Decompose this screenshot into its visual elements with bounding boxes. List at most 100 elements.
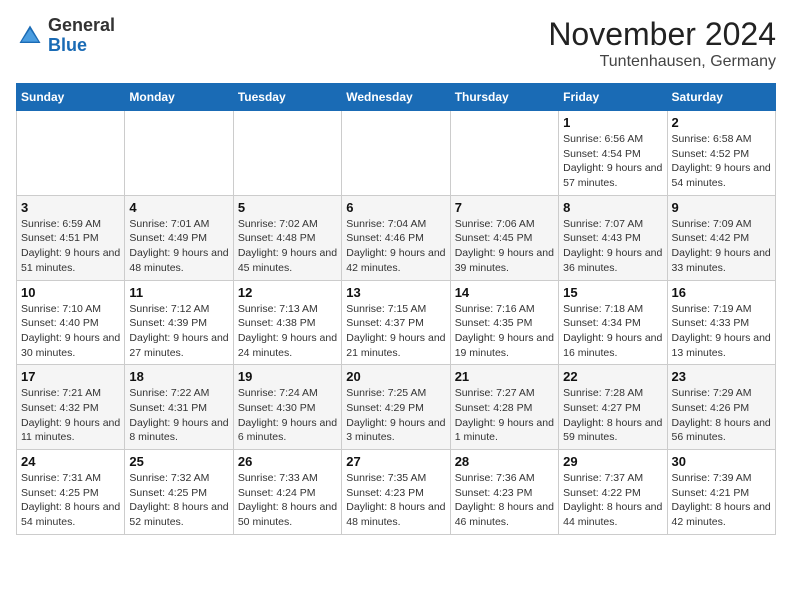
table-row: 12 Sunrise: 7:13 AM Sunset: 4:38 PM Dayli… <box>233 280 341 365</box>
col-wednesday: Wednesday <box>342 84 450 111</box>
calendar-week-row: 24 Sunrise: 7:31 AM Sunset: 4:25 PM Dayli… <box>17 450 776 535</box>
col-thursday: Thursday <box>450 84 558 111</box>
day-number: 19 <box>238 369 337 384</box>
day-number: 9 <box>672 200 771 215</box>
logo-icon <box>16 22 44 50</box>
table-row: 28 Sunrise: 7:36 AM Sunset: 4:23 PM Dayli… <box>450 450 558 535</box>
day-info: Sunrise: 7:21 AM Sunset: 4:32 PM Dayligh… <box>21 386 120 445</box>
day-number: 26 <box>238 454 337 469</box>
day-number: 28 <box>455 454 554 469</box>
day-info: Sunrise: 7:04 AM Sunset: 4:46 PM Dayligh… <box>346 217 445 276</box>
location-title: Tuntenhausen, Germany <box>548 53 776 71</box>
table-row: 15Sunrise: 7:18 AM Sunset: 4:34 PM Dayli… <box>559 280 667 365</box>
day-number: 23 <box>672 369 771 384</box>
table-row: 11Sunrise: 7:12 AM Sunset: 4:39 PM Dayli… <box>125 280 233 365</box>
day-info: Sunrise: 7:33 AM Sunset: 4:24 PM Dayligh… <box>238 471 337 530</box>
table-row: 27Sunrise: 7:35 AM Sunset: 4:23 PM Dayli… <box>342 450 450 535</box>
day-info: Sunrise: 7:28 AM Sunset: 4:27 PM Dayligh… <box>563 386 662 445</box>
table-row: 7Sunrise: 7:06 AM Sunset: 4:45 PM Daylig… <box>450 195 558 280</box>
col-sunday: Sunday <box>17 84 125 111</box>
table-row: 18 Sunrise: 7:22 AM Sunset: 4:31 PM Dayli… <box>125 365 233 450</box>
table-row: 17 Sunrise: 7:21 AM Sunset: 4:32 PM Dayli… <box>17 365 125 450</box>
day-number: 27 <box>346 454 445 469</box>
day-info: Sunrise: 7:37 AM Sunset: 4:22 PM Dayligh… <box>563 471 662 530</box>
day-info: Sunrise: 7:16 AM Sunset: 4:35 PM Dayligh… <box>455 302 554 361</box>
day-info: Sunrise: 6:58 AM Sunset: 4:52 PM Dayligh… <box>672 132 771 191</box>
day-number: 3 <box>21 200 120 215</box>
day-number: 25 <box>129 454 228 469</box>
day-info: Sunrise: 7:31 AM Sunset: 4:25 PM Dayligh… <box>21 471 120 530</box>
table-row: 22 Sunrise: 7:28 AM Sunset: 4:27 PM Dayli… <box>559 365 667 450</box>
table-row <box>233 111 341 196</box>
day-info: Sunrise: 7:29 AM Sunset: 4:26 PM Dayligh… <box>672 386 771 445</box>
day-info: Sunrise: 7:10 AM Sunset: 4:40 PM Dayligh… <box>21 302 120 361</box>
day-info: Sunrise: 7:22 AM Sunset: 4:31 PM Dayligh… <box>129 386 228 445</box>
page-header: General Blue November 2024 Tuntenhausen,… <box>16 16 776 71</box>
day-number: 15 <box>563 285 662 300</box>
table-row: 3 Sunrise: 6:59 AM Sunset: 4:51 PM Daylig… <box>17 195 125 280</box>
day-info: Sunrise: 7:24 AM Sunset: 4:30 PM Dayligh… <box>238 386 337 445</box>
table-row <box>125 111 233 196</box>
day-number: 7 <box>455 200 554 215</box>
table-row: 21 Sunrise: 7:27 AM Sunset: 4:28 PM Dayli… <box>450 365 558 450</box>
calendar-table: Sunday Monday Tuesday Wednesday Thursday… <box>16 83 776 535</box>
table-row: 23 Sunrise: 7:29 AM Sunset: 4:26 PM Dayli… <box>667 365 775 450</box>
logo: General Blue <box>16 16 115 56</box>
day-number: 5 <box>238 200 337 215</box>
table-row: 30Sunrise: 7:39 AM Sunset: 4:21 PM Dayli… <box>667 450 775 535</box>
table-row: 25 Sunrise: 7:32 AM Sunset: 4:25 PM Dayli… <box>125 450 233 535</box>
table-row <box>342 111 450 196</box>
month-title: November 2024 <box>548 16 776 53</box>
table-row <box>17 111 125 196</box>
day-number: 22 <box>563 369 662 384</box>
col-monday: Monday <box>125 84 233 111</box>
calendar-week-row: 1Sunrise: 6:56 AM Sunset: 4:54 PM Daylig… <box>17 111 776 196</box>
table-row: 6 Sunrise: 7:04 AM Sunset: 4:46 PM Daylig… <box>342 195 450 280</box>
table-row: 5Sunrise: 7:02 AM Sunset: 4:48 PM Daylig… <box>233 195 341 280</box>
col-tuesday: Tuesday <box>233 84 341 111</box>
day-number: 18 <box>129 369 228 384</box>
table-row: 8 Sunrise: 7:07 AM Sunset: 4:43 PM Daylig… <box>559 195 667 280</box>
title-section: November 2024 Tuntenhausen, Germany <box>548 16 776 71</box>
day-number: 12 <box>238 285 337 300</box>
day-info: Sunrise: 7:25 AM Sunset: 4:29 PM Dayligh… <box>346 386 445 445</box>
table-row: 24 Sunrise: 7:31 AM Sunset: 4:25 PM Dayli… <box>17 450 125 535</box>
day-info: Sunrise: 7:19 AM Sunset: 4:33 PM Dayligh… <box>672 302 771 361</box>
day-info: Sunrise: 7:27 AM Sunset: 4:28 PM Dayligh… <box>455 386 554 445</box>
table-row: 16Sunrise: 7:19 AM Sunset: 4:33 PM Dayli… <box>667 280 775 365</box>
day-info: Sunrise: 7:01 AM Sunset: 4:49 PM Dayligh… <box>129 217 228 276</box>
col-friday: Friday <box>559 84 667 111</box>
day-number: 29 <box>563 454 662 469</box>
day-info: Sunrise: 6:59 AM Sunset: 4:51 PM Dayligh… <box>21 217 120 276</box>
day-number: 2 <box>672 115 771 130</box>
day-info: Sunrise: 7:36 AM Sunset: 4:23 PM Dayligh… <box>455 471 554 530</box>
day-info: Sunrise: 7:12 AM Sunset: 4:39 PM Dayligh… <box>129 302 228 361</box>
day-number: 20 <box>346 369 445 384</box>
day-number: 17 <box>21 369 120 384</box>
day-number: 4 <box>129 200 228 215</box>
day-info: Sunrise: 7:13 AM Sunset: 4:38 PM Dayligh… <box>238 302 337 361</box>
table-row: 20 Sunrise: 7:25 AM Sunset: 4:29 PM Dayli… <box>342 365 450 450</box>
table-row: 9Sunrise: 7:09 AM Sunset: 4:42 PM Daylig… <box>667 195 775 280</box>
table-row: 2 Sunrise: 6:58 AM Sunset: 4:52 PM Daylig… <box>667 111 775 196</box>
calendar-header-row: Sunday Monday Tuesday Wednesday Thursday… <box>17 84 776 111</box>
day-info: Sunrise: 7:15 AM Sunset: 4:37 PM Dayligh… <box>346 302 445 361</box>
table-row: 26 Sunrise: 7:33 AM Sunset: 4:24 PM Dayli… <box>233 450 341 535</box>
table-row: 29 Sunrise: 7:37 AM Sunset: 4:22 PM Dayli… <box>559 450 667 535</box>
calendar-week-row: 3 Sunrise: 6:59 AM Sunset: 4:51 PM Daylig… <box>17 195 776 280</box>
day-info: Sunrise: 7:39 AM Sunset: 4:21 PM Dayligh… <box>672 471 771 530</box>
calendar-week-row: 17 Sunrise: 7:21 AM Sunset: 4:32 PM Dayli… <box>17 365 776 450</box>
day-number: 13 <box>346 285 445 300</box>
table-row: 14Sunrise: 7:16 AM Sunset: 4:35 PM Dayli… <box>450 280 558 365</box>
day-number: 10 <box>21 285 120 300</box>
day-number: 8 <box>563 200 662 215</box>
calendar-week-row: 10 Sunrise: 7:10 AM Sunset: 4:40 PM Dayli… <box>17 280 776 365</box>
day-info: Sunrise: 7:07 AM Sunset: 4:43 PM Dayligh… <box>563 217 662 276</box>
day-number: 24 <box>21 454 120 469</box>
day-number: 6 <box>346 200 445 215</box>
day-info: Sunrise: 7:32 AM Sunset: 4:25 PM Dayligh… <box>129 471 228 530</box>
day-number: 21 <box>455 369 554 384</box>
table-row: 13 Sunrise: 7:15 AM Sunset: 4:37 PM Dayli… <box>342 280 450 365</box>
logo-text: General Blue <box>48 16 115 56</box>
table-row: 19 Sunrise: 7:24 AM Sunset: 4:30 PM Dayli… <box>233 365 341 450</box>
